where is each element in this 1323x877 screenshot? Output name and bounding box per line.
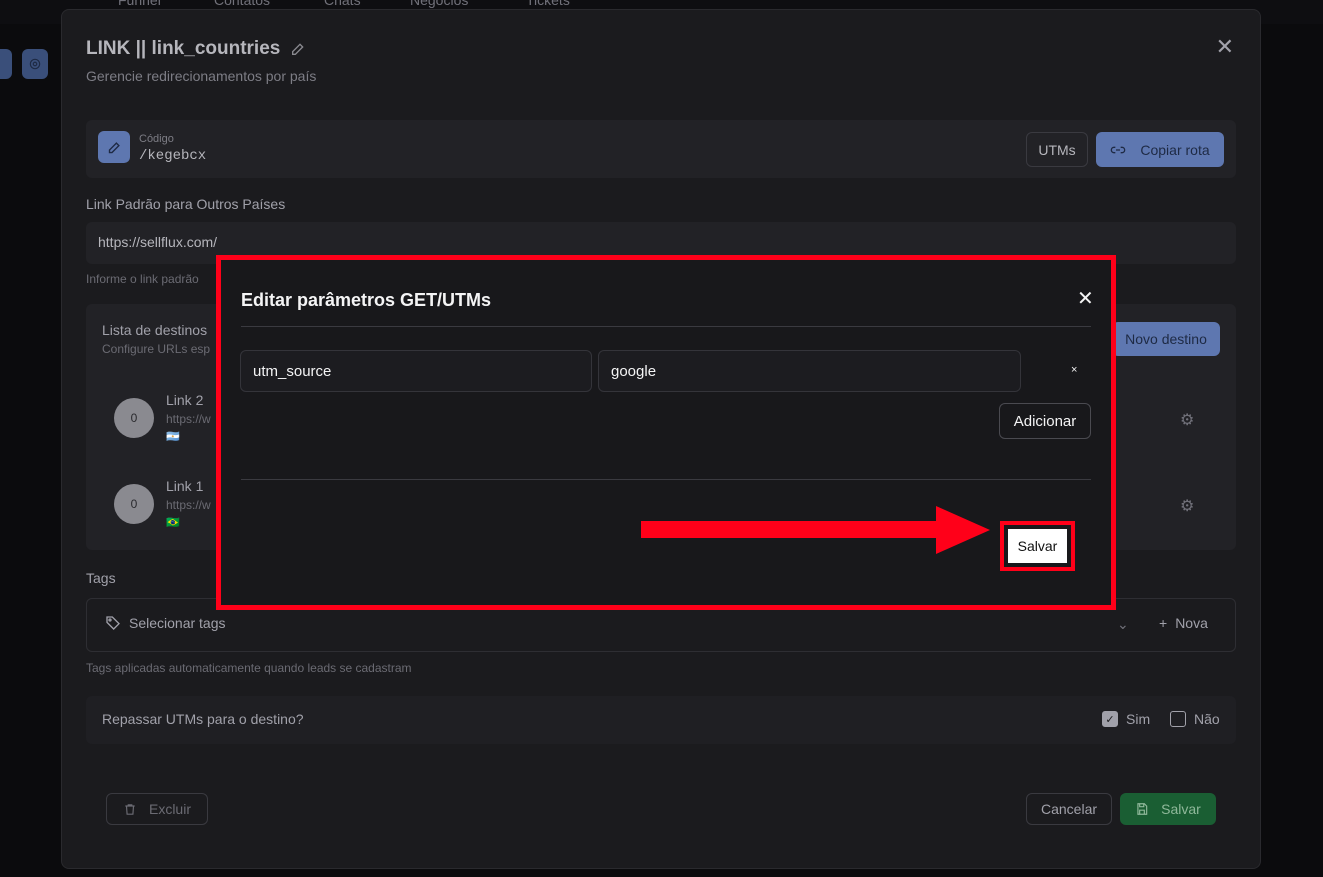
param-key-input[interactable]	[240, 350, 592, 392]
avatar: 0	[114, 484, 154, 524]
trash-icon	[125, 803, 135, 815]
pencil-icon	[108, 141, 120, 153]
code-value: /kegebcx	[139, 148, 207, 164]
tags-label: Tags	[86, 570, 116, 586]
tags-placeholder-text: Selecionar tags	[129, 615, 226, 631]
cancel-button[interactable]: Cancelar	[1026, 793, 1112, 825]
tags-help: Tags aplicadas automaticamente quando le…	[86, 661, 412, 675]
modal-title-text: LINK || link_countries	[86, 38, 281, 59]
chevron-down-icon[interactable]: ⌄	[1117, 616, 1129, 633]
pencil-icon[interactable]	[290, 41, 306, 57]
checkbox-icon[interactable]	[1170, 711, 1186, 727]
avatar: 0	[114, 398, 154, 438]
save-highlight-frame: Salvar	[1000, 521, 1075, 571]
code-label: Código	[139, 133, 174, 145]
link-icon	[1111, 146, 1126, 153]
modal-close-icon[interactable]: ✕	[1216, 34, 1234, 60]
divider	[241, 326, 1091, 327]
dialog-save-button[interactable]: Salvar	[1008, 529, 1067, 563]
nav-tab-contatos[interactable]: Contatos	[214, 0, 270, 8]
destination-url: https://w	[166, 498, 211, 512]
nav-tab-chats[interactable]: Chats	[324, 0, 361, 8]
save-icon	[1137, 803, 1148, 815]
destination-name: Link 2	[166, 392, 204, 408]
flag-icon: 🇧🇷	[166, 517, 180, 529]
delete-label: Excluir	[148, 801, 191, 817]
default-link-label: Link Padrão para Outros Países	[86, 196, 286, 212]
destination-name: Link 1	[166, 478, 204, 494]
default-link-help: Informe o link padrão	[86, 272, 199, 286]
new-tag-label: Nova	[1175, 615, 1208, 631]
new-tag-button[interactable]: + Nova	[1159, 615, 1208, 631]
nav-tab-tickets[interactable]: Tickets	[526, 0, 570, 8]
save-button[interactable]: Salvar	[1120, 793, 1216, 825]
modal-subtitle: Gerencie redirecionamentos por país	[86, 68, 317, 84]
destination-url: https://w	[166, 412, 211, 426]
divider	[241, 479, 1091, 480]
modal-title: LINK || link_countries	[86, 38, 306, 60]
tags-placeholder: Selecionar tags	[105, 615, 226, 631]
gear-icon	[29, 58, 41, 70]
utm-forward-question: Repassar UTMs para o destino?	[102, 711, 304, 727]
param-value-input[interactable]	[598, 350, 1021, 392]
edit-code-button[interactable]	[98, 131, 130, 163]
settings-button[interactable]	[22, 49, 48, 79]
destinations-title: Lista de destinos	[102, 322, 208, 338]
close-icon[interactable]: ✕	[1077, 286, 1094, 311]
delete-button[interactable]: Excluir	[106, 793, 208, 825]
dialog-title: Editar parâmetros GET/UTMs	[241, 290, 492, 310]
save-label: Salvar	[1161, 801, 1201, 817]
yes-label: Sim	[1126, 711, 1151, 727]
gear-icon[interactable]: ⚙	[1180, 496, 1194, 516]
checkbox-checked-icon[interactable]: ✓	[1102, 711, 1118, 727]
flag-icon: 🇦🇷	[166, 431, 180, 443]
remove-param-icon[interactable]: ×	[1071, 364, 1077, 376]
nav-tab-negocios[interactable]: Negócios	[410, 0, 468, 8]
destinations-subtitle: Configure URLs esp	[102, 342, 211, 356]
utm-forward-no[interactable]: Não	[1170, 711, 1220, 727]
new-destination-button[interactable]: Novo destino	[1112, 322, 1220, 356]
add-param-button[interactable]: Adicionar	[999, 403, 1091, 439]
utm-forward-row: Repassar UTMs para o destino? ✓ Sim Não	[86, 696, 1236, 744]
nav-tab-funnel[interactable]: Funnel	[118, 0, 161, 8]
left-toolbar	[0, 40, 60, 95]
copy-route-label: Copiar rota	[1140, 141, 1210, 158]
route-code-card: Código /kegebcx UTMs Copiar rota	[86, 120, 1236, 178]
no-label: Não	[1194, 711, 1220, 727]
utm-forward-yes[interactable]: ✓ Sim	[1102, 711, 1150, 727]
plus-icon: +	[1159, 615, 1168, 631]
annotation-arrow-icon	[641, 506, 990, 554]
gear-icon[interactable]: ⚙	[1180, 410, 1194, 430]
utms-button[interactable]: UTMs	[1026, 132, 1088, 167]
copy-route-button[interactable]: Copiar rota	[1096, 132, 1224, 167]
tag-icon	[106, 616, 120, 630]
panel-toggle-button[interactable]	[0, 49, 12, 79]
